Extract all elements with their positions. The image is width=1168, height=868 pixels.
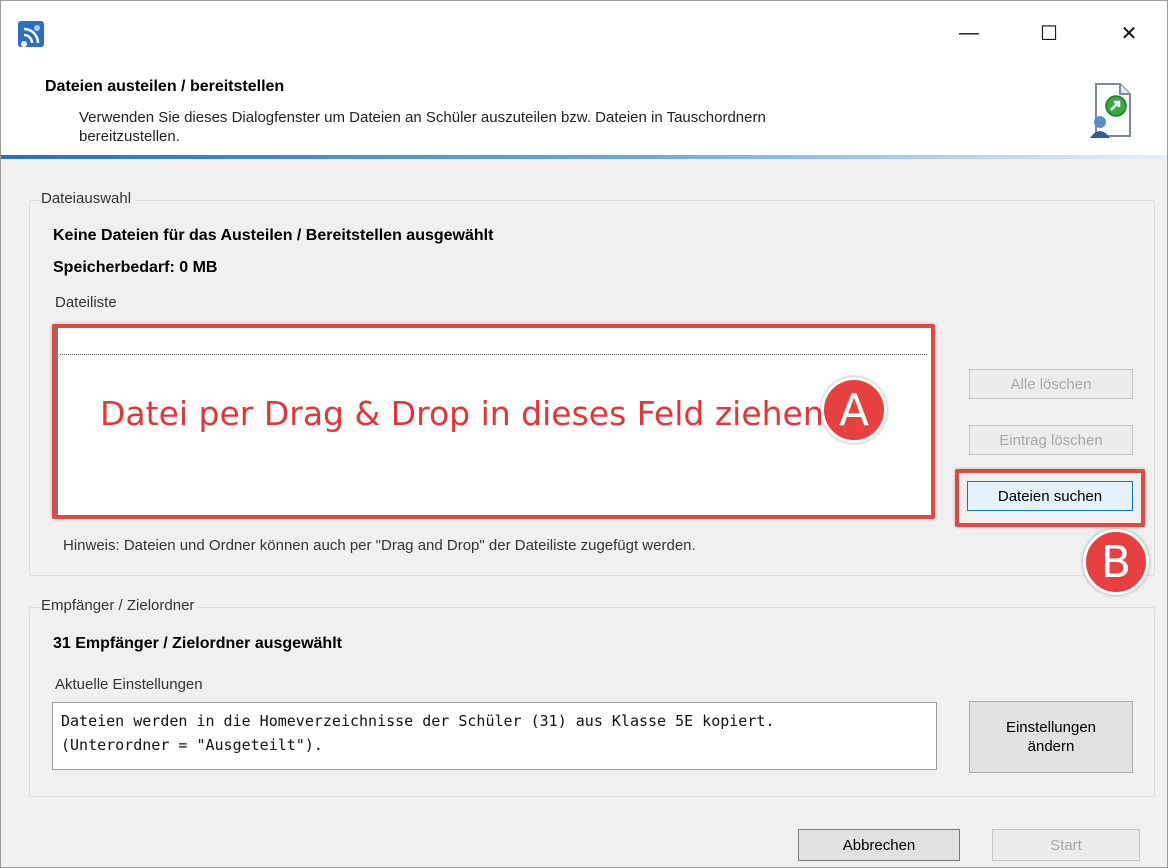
header-accent-line	[1, 155, 1167, 159]
title-bar: — ☐ ✕	[1, 1, 1167, 65]
file-list-label: Dateiliste	[55, 294, 117, 311]
delete-entry-button[interactable]: Eintrag löschen	[969, 425, 1133, 455]
current-settings-textbox[interactable]: Dateien werden in die Homeverzeichnisse …	[52, 702, 937, 770]
maximize-button[interactable]: ☐	[1029, 17, 1069, 49]
dialog-title: Dateien austeilen / bereitstellen	[45, 78, 285, 95]
change-settings-label-2: ändern	[1027, 738, 1075, 755]
close-button[interactable]: ✕	[1109, 17, 1149, 49]
dialog-window: — ☐ ✕ Dateien austeilen / bereitstellen …	[0, 0, 1168, 868]
file-distribution-icon	[1090, 83, 1131, 138]
current-settings-label: Aktuelle Einstellungen	[55, 676, 203, 693]
start-button[interactable]: Start	[992, 829, 1140, 861]
dialog-description: Verwenden Sie dieses Dialogfenster um Da…	[79, 108, 959, 146]
recipients-group-label: Empfänger / Zielordner	[41, 597, 199, 614]
browse-files-button[interactable]: Dateien suchen	[967, 481, 1133, 511]
drop-hint-text: Datei per Drag & Drop in dieses Feld zie…	[100, 394, 824, 433]
cancel-button[interactable]: Abbrechen	[798, 829, 960, 861]
settings-line-2: (Unterordner = "Ausgeteilt").	[61, 736, 323, 754]
list-focus-row	[60, 354, 927, 355]
drag-drop-note: Hinweis: Dateien und Ordner können auch …	[63, 537, 696, 554]
recipients-status: 31 Empfänger / Zielordner ausgewählt	[53, 635, 342, 652]
network-share-icon	[18, 21, 44, 47]
dialog-header: Dateien austeilen / bereitstellen Verwen…	[1, 65, 1167, 159]
minimize-button[interactable]: —	[949, 17, 989, 49]
change-settings-label-1: Einstellungen	[1005, 719, 1097, 736]
description-line-2: bereitzustellen.	[79, 128, 180, 145]
memory-requirement: Speicherbedarf: 0 MB	[53, 259, 218, 276]
settings-line-1: Dateien werden in die Homeverzeichnisse …	[61, 712, 775, 730]
description-line-1: Verwenden Sie dieses Dialogfenster um Da…	[79, 109, 766, 126]
file-list-dropzone[interactable]: Datei per Drag & Drop in dieses Feld zie…	[52, 324, 935, 519]
marker-b: B	[1083, 529, 1149, 595]
marker-a: A	[821, 377, 887, 443]
file-selection-status: Keine Dateien für das Austeilen / Bereit…	[53, 227, 494, 244]
file-selection-group-label: Dateiauswahl	[41, 190, 136, 207]
delete-all-button[interactable]: Alle löschen	[969, 369, 1133, 399]
list-border	[56, 328, 58, 515]
change-settings-button[interactable]: Einstellungen ändern	[969, 701, 1133, 773]
